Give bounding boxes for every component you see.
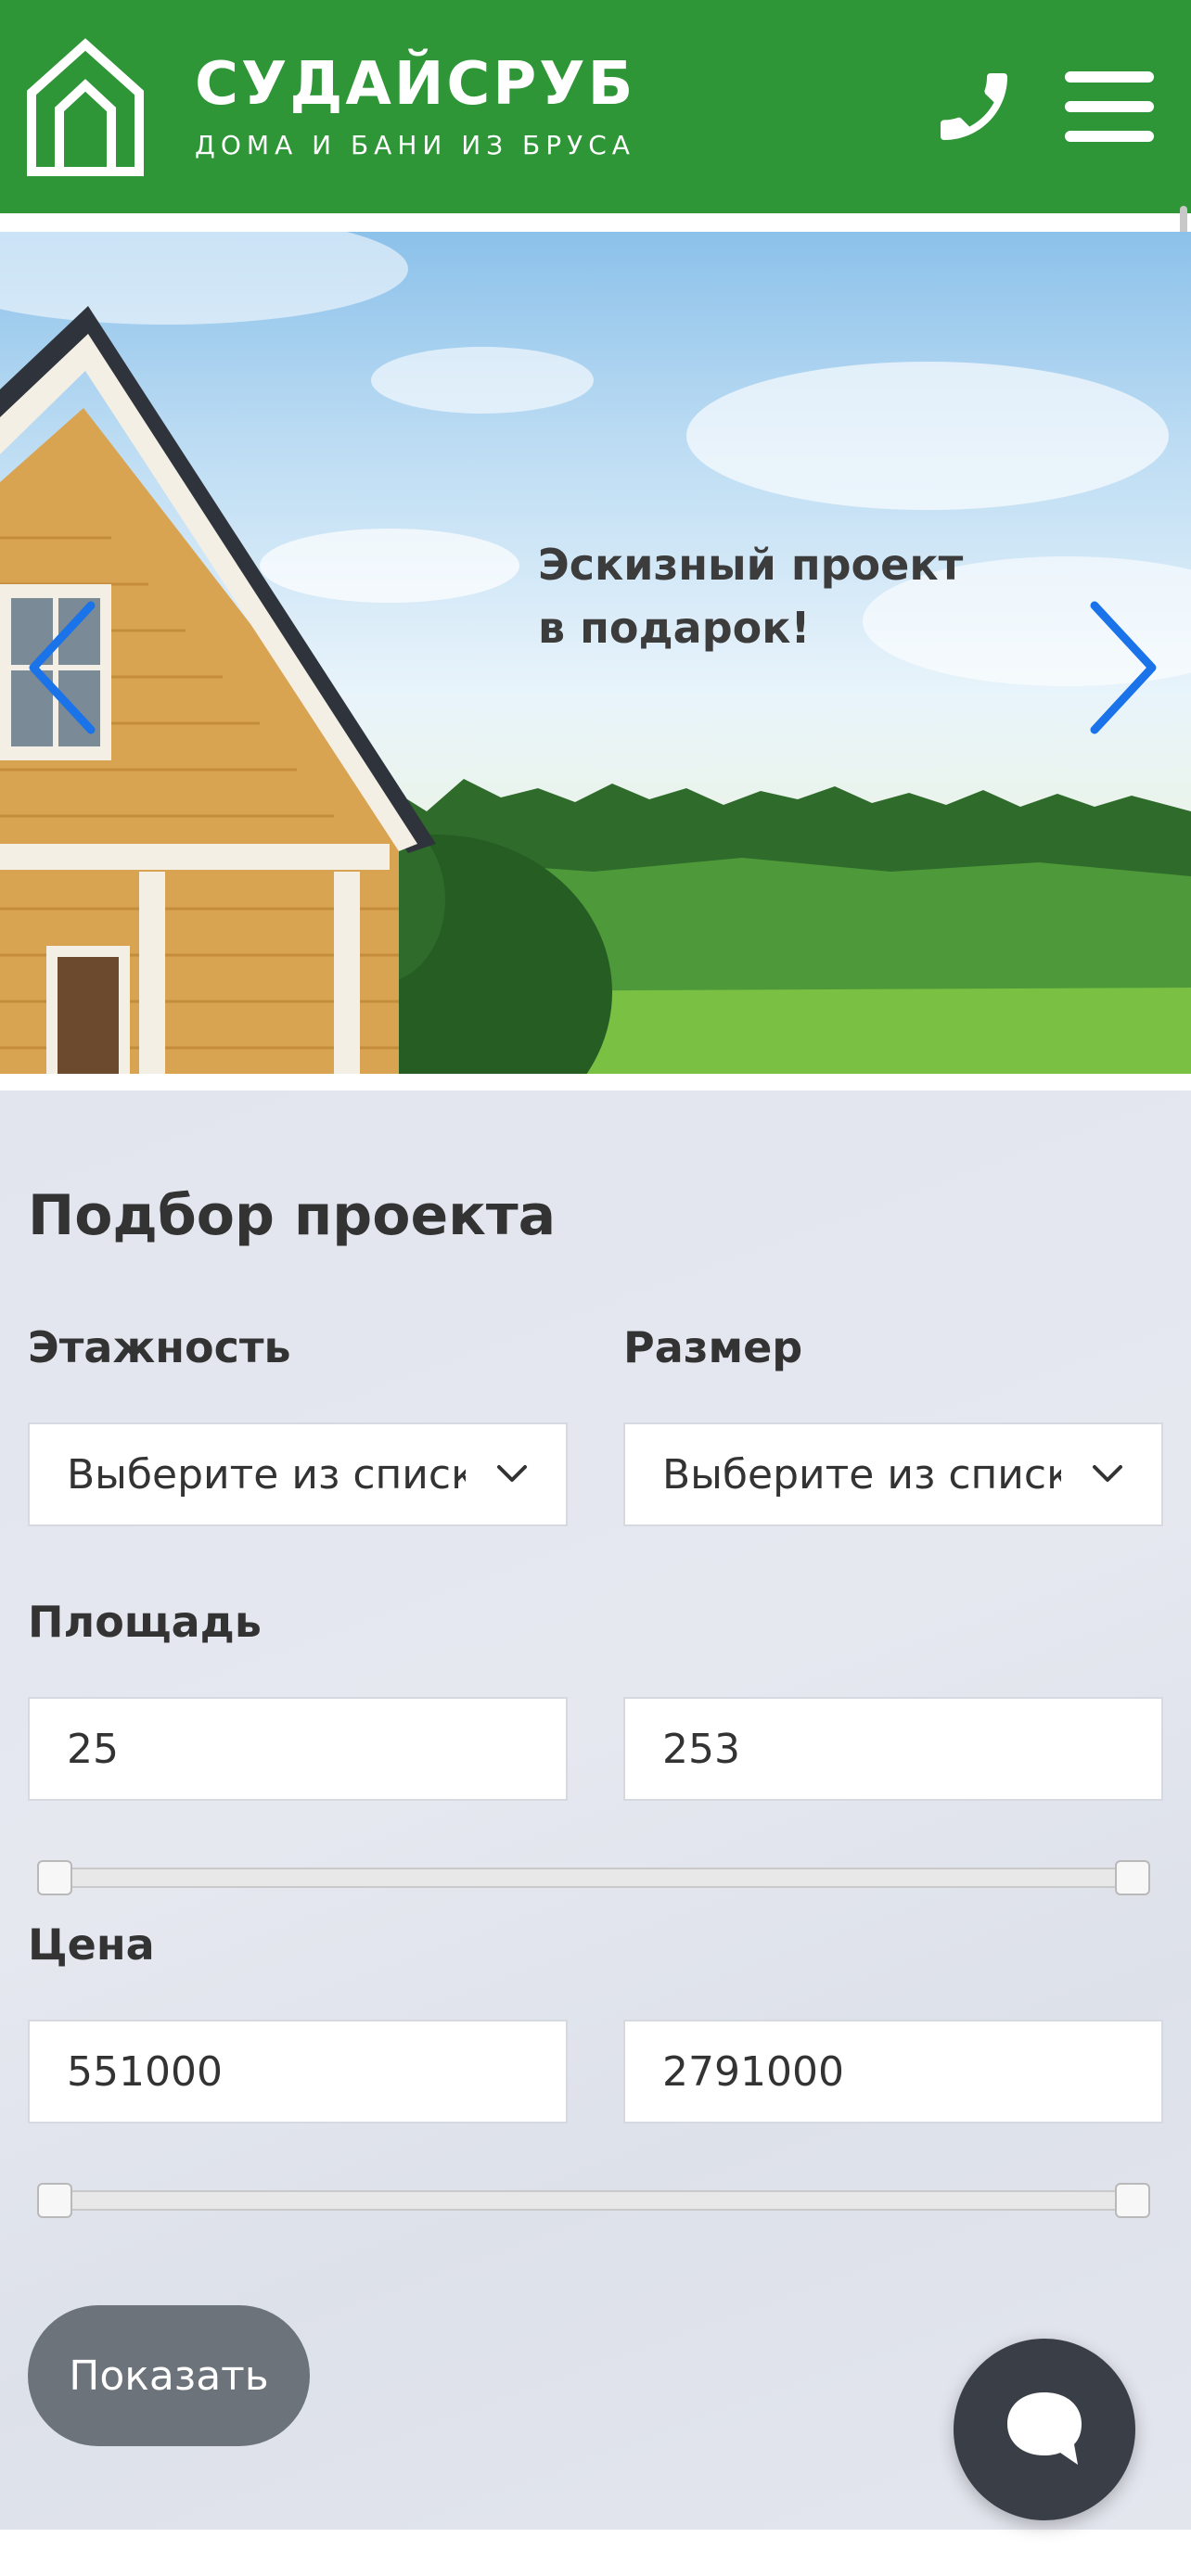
project-filter: Подбор проекта Этажность Размер Выберите… [0,1090,1191,2530]
size-select[interactable]: Выберите из списка [623,1422,1163,1526]
chat-bubble-icon [1007,2392,1082,2465]
area-label: Площадь [28,1597,262,1647]
floors-label: Этажность [28,1322,291,1372]
brand-tagline: ДОМА И БАНИ ИЗ БРУСА [195,130,635,160]
price-range-track[interactable] [37,2190,1150,2211]
hero-line-2: в подарок! [538,603,811,653]
area-max-input[interactable]: 253 [623,1697,1163,1801]
area-range-max-handle[interactable] [1115,1860,1150,1895]
brand-name: СУДАЙСРУБ [195,50,636,119]
phone-icon[interactable] [929,62,1018,151]
floors-select-value: Выберите из списка [67,1450,466,1498]
menu-line [1065,101,1154,112]
chevron-down-icon [1093,1465,1122,1482]
brand[interactable]: СУДАЙСРУБ ДОМА И БАНИ ИЗ БРУСА [195,55,635,159]
chevron-right-icon[interactable] [1087,598,1161,737]
filter-title: Подбор проекта [28,1183,557,1248]
hero-slider: Эскизный проект в подарок! [0,232,1191,1074]
hero-headline: Эскизный проект в подарок! [538,533,963,659]
page-bottom [0,2530,1191,2576]
price-range-max-handle[interactable] [1115,2183,1150,2218]
area-range-min-handle[interactable] [37,1860,72,1895]
area-min-input[interactable]: 25 [28,1697,568,1801]
price-max-input[interactable]: 2791000 [623,2020,1163,2123]
area-range-track[interactable] [37,1868,1150,1888]
hero-line-1: Эскизный проект [538,540,964,590]
floors-select[interactable]: Выберите из списка [28,1422,568,1526]
chevron-down-icon [497,1465,527,1482]
chat-widget-button[interactable] [954,2339,1135,2520]
price-min-input[interactable]: 551000 [28,2020,568,2123]
size-select-value: Выберите из списка [662,1450,1061,1498]
size-label: Размер [623,1322,803,1372]
logo-house-icon[interactable] [22,37,148,176]
menu-line [1065,131,1154,142]
show-button[interactable]: Показать [28,2305,310,2446]
hamburger-menu-icon[interactable] [1065,68,1154,146]
site-header: СУДАЙСРУБ ДОМА И БАНИ ИЗ БРУСА [0,0,1191,213]
price-range-min-handle[interactable] [37,2183,72,2218]
chevron-left-icon[interactable] [24,598,98,737]
menu-line [1065,71,1154,83]
price-label: Цена [28,1919,155,1970]
header-actions [929,62,1169,151]
